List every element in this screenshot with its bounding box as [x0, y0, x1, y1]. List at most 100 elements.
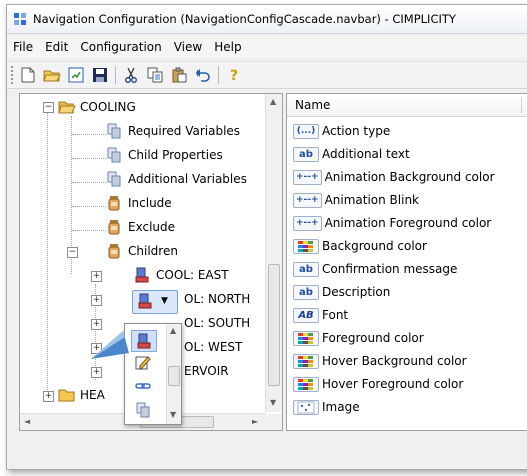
variables-icon[interactable] — [135, 402, 151, 421]
property-row-background-color[interactable]: Background color — [293, 235, 427, 257]
property-label: Confirmation message — [322, 262, 458, 276]
callout-arrow-icon — [89, 329, 131, 368]
property-row-image[interactable]: Image — [293, 396, 360, 418]
column-divider[interactable] — [521, 97, 522, 113]
tree-line — [72, 230, 106, 231]
scrollbar-corner — [266, 414, 282, 430]
toolbar-grip[interactable] — [11, 66, 13, 84]
properties-list[interactable]: Name V (...) Action type C ab Additional… — [286, 93, 527, 431]
toolbar-separator — [115, 66, 116, 84]
menu-edit[interactable]: Edit — [39, 40, 74, 54]
help-icon[interactable]: ? — [225, 66, 243, 84]
property-row-action-type[interactable]: (...) Action type — [293, 120, 390, 142]
menu-view[interactable]: View — [168, 40, 208, 54]
expand-toggle[interactable]: + — [91, 295, 102, 306]
scroll-up-arrow-icon[interactable]: ▲ — [170, 326, 176, 335]
tree-node-cool-south[interactable]: OL: SOUTH — [184, 312, 250, 334]
tree-node-reservoir[interactable]: ERVOIR — [184, 360, 229, 382]
toolbar-separator — [218, 66, 219, 84]
scroll-up-arrow-icon[interactable]: ▲ — [270, 97, 276, 106]
property-row-font[interactable]: AB Font — [293, 304, 348, 326]
scrollbar-thumb[interactable] — [168, 366, 180, 386]
menu-file[interactable]: File — [7, 40, 39, 54]
tree-node-cool-west[interactable]: OL: WEST — [184, 336, 242, 358]
edit-icon[interactable] — [135, 354, 151, 373]
property-label: Foreground color — [322, 331, 424, 345]
cut-icon[interactable] — [122, 66, 140, 84]
save-icon[interactable] — [91, 66, 109, 84]
property-row-confirmation-message[interactable]: ab Confirmation message — [293, 258, 457, 280]
property-row-additional-text[interactable]: ab Additional text — [293, 143, 410, 165]
property-row-animation-blink[interactable]: +--+ Animation Blink — [293, 189, 419, 211]
property-row-animation-foreground-color[interactable]: +--+ Animation Foreground color — [293, 212, 491, 234]
tree-node-label: Include — [128, 196, 172, 210]
text-icon: ab — [293, 284, 319, 300]
tree-node-required-variables[interactable]: Required Variables — [106, 120, 240, 142]
menu-bar: File Edit Configuration View Help — [7, 36, 527, 58]
tree-node-exclude[interactable]: Exclude — [106, 216, 175, 238]
column-header-name[interactable]: Name — [287, 98, 330, 112]
scroll-right-arrow-icon[interactable]: ► — [252, 417, 258, 426]
open-icon[interactable] — [43, 66, 61, 84]
tree-node-additional-variables[interactable]: Additional Variables — [106, 168, 247, 190]
paste-icon[interactable] — [170, 66, 188, 84]
property-row-hover-background-color[interactable]: Hover Background color — [293, 350, 467, 372]
color-palette-icon — [293, 353, 319, 369]
tree-node-label: OL: SOUTH — [184, 316, 251, 330]
collapse-toggle[interactable]: − — [67, 247, 78, 258]
tree-node-include[interactable]: Include — [106, 192, 172, 214]
copy-icon[interactable] — [146, 66, 164, 84]
scroll-left-arrow-icon[interactable]: ◄ — [24, 417, 30, 426]
new-icon[interactable] — [19, 66, 37, 84]
tree-vertical-scrollbar[interactable]: ▲ ▼ — [265, 94, 282, 412]
property-row-hover-foreground-color[interactable]: Hover Foreground color — [293, 373, 463, 395]
status-bar — [7, 437, 527, 467]
tree-node-cool-north[interactable]: OL: NORTH — [184, 288, 250, 310]
property-label: Action type — [322, 124, 391, 138]
tree-node-cooling[interactable]: COOLING — [58, 96, 136, 118]
icon-picker-dropdown[interactable]: ▲ ▼ — [124, 323, 182, 425]
tree-line — [72, 158, 106, 159]
title-bar: Navigation Configuration (NavigationConf… — [7, 5, 527, 34]
link-icon[interactable] — [135, 378, 151, 397]
color-palette-icon — [293, 238, 319, 254]
popup-scrollbar[interactable]: ▲ ▼ — [166, 324, 181, 424]
application-window: Navigation Configuration (NavigationConf… — [6, 4, 527, 470]
property-row-animation-background-color[interactable]: +--+ Animation Background color — [293, 166, 495, 188]
enum-icon: (...) — [293, 123, 319, 139]
menu-configuration[interactable]: Configuration — [74, 40, 167, 54]
property-row-foreground-color[interactable]: Foreground color — [293, 327, 424, 349]
folder-open-icon — [58, 99, 76, 115]
tree-line — [47, 108, 48, 398]
tree-node-children[interactable]: Children — [106, 240, 178, 262]
menu-help[interactable]: Help — [208, 40, 247, 54]
node-icon-picker-button[interactable]: ▼ — [132, 290, 178, 314]
tree-node-heating[interactable]: HEA — [58, 384, 105, 406]
tree-line — [72, 182, 106, 183]
tree-node-child-properties[interactable]: Child Properties — [106, 144, 223, 166]
property-label: Hover Foreground color — [322, 377, 464, 391]
collapse-toggle[interactable]: − — [43, 102, 54, 113]
property-label: Hover Background color — [322, 354, 467, 368]
jar-icon — [106, 243, 122, 259]
jar-icon — [106, 195, 122, 211]
configure-icon[interactable] — [67, 66, 85, 84]
icon-option-selected[interactable] — [131, 330, 157, 352]
expand-toggle[interactable]: + — [43, 391, 54, 402]
chevron-down-icon[interactable]: ▼ — [161, 296, 168, 306]
expand-toggle[interactable]: + — [91, 367, 102, 378]
text-icon: ab — [293, 261, 319, 277]
image-icon — [293, 399, 319, 415]
scrollbar-thumb[interactable] — [268, 264, 280, 386]
tree-node-label: Child Properties — [128, 148, 223, 162]
property-label: Animation Foreground color — [324, 216, 492, 230]
animation-icon: +--+ — [293, 192, 322, 208]
undo-icon[interactable] — [194, 66, 212, 84]
scroll-down-arrow-icon[interactable]: ▼ — [270, 398, 276, 407]
expand-toggle[interactable]: + — [91, 271, 102, 282]
animation-icon: +--+ — [293, 169, 322, 185]
scroll-down-arrow-icon[interactable]: ▼ — [170, 410, 176, 419]
property-row-description[interactable]: ab Description — [293, 281, 390, 303]
tree-node-cool-east[interactable]: COOL: EAST — [134, 264, 229, 286]
tree-node-label: HEA — [80, 388, 105, 402]
